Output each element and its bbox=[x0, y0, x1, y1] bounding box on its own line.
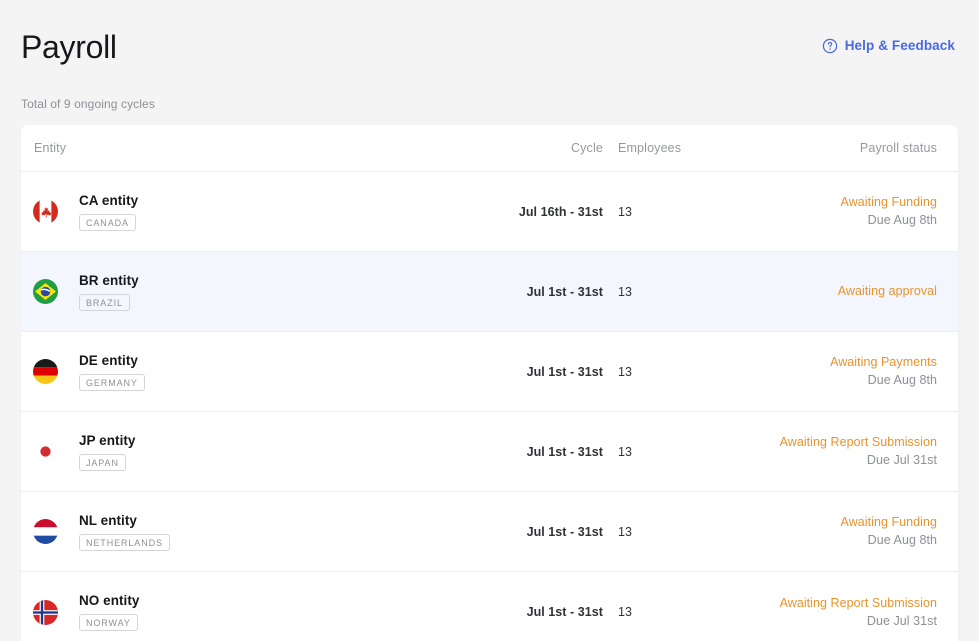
cycle-value: Jul 16th - 31st bbox=[519, 205, 603, 219]
cycle-cell: Jul 1st - 31st bbox=[481, 283, 606, 301]
page-title: Payroll bbox=[21, 27, 117, 67]
country-badge: JAPAN bbox=[79, 454, 126, 471]
column-header-employees: Employees bbox=[606, 139, 726, 157]
status-due-date: Due Aug 8th bbox=[868, 373, 937, 388]
status-due-date: Due Aug 8th bbox=[868, 533, 937, 548]
column-header-entity: Entity bbox=[21, 141, 481, 155]
country-badge: GERMANY bbox=[79, 374, 145, 391]
payroll-status-cell: Awaiting Funding Due Aug 8th bbox=[726, 195, 958, 228]
entity-cell: JP entity JAPAN bbox=[21, 433, 481, 471]
flag-netherlands-icon bbox=[33, 519, 79, 544]
payroll-status-cell: Awaiting Report Submission Due Jul 31st bbox=[726, 596, 958, 629]
cycle-cell: Jul 16th - 31st bbox=[481, 203, 606, 221]
status-badge: Awaiting Funding bbox=[841, 515, 937, 530]
payroll-status-cell: Awaiting Funding Due Aug 8th bbox=[726, 515, 958, 548]
flag-norway-icon bbox=[33, 600, 79, 625]
status-due-date: Due Jul 31st bbox=[867, 614, 937, 629]
payroll-status-cell: Awaiting Payments Due Aug 8th bbox=[726, 355, 958, 388]
employees-cell: 13 bbox=[606, 443, 726, 461]
employees-cell: 13 bbox=[606, 283, 726, 301]
table-row[interactable]: JP entity JAPAN Jul 1st - 31st 13 Awaiting R… bbox=[21, 412, 958, 492]
entity-cell: CA entity CANADA bbox=[21, 193, 481, 231]
flag-japan-icon bbox=[33, 439, 79, 464]
country-badge: BRAZIL bbox=[79, 294, 130, 311]
status-badge: Awaiting Funding bbox=[841, 195, 937, 210]
flag-canada-icon bbox=[33, 199, 79, 224]
flag-brazil-icon bbox=[33, 279, 79, 304]
cycle-value: Jul 1st - 31st bbox=[527, 285, 603, 299]
entity-name: BR entity bbox=[79, 273, 139, 289]
payroll-table-card: Entity Cycle Employees Payroll status CA… bbox=[21, 125, 958, 641]
status-badge: Awaiting Report Submission bbox=[780, 596, 937, 611]
entity-cell: NL entity NETHERLANDS bbox=[21, 513, 481, 551]
help-and-feedback-label: Help & Feedback bbox=[845, 38, 955, 54]
cycle-value: Jul 1st - 31st bbox=[527, 365, 603, 379]
country-badge: NETHERLANDS bbox=[79, 534, 170, 551]
status-badge: Awaiting approval bbox=[838, 284, 937, 299]
flag-germany-icon bbox=[33, 359, 79, 384]
cycle-cell: Jul 1st - 31st bbox=[481, 523, 606, 541]
column-header-payroll-status: Payroll status bbox=[726, 139, 958, 157]
column-header-cycle-label: Cycle bbox=[571, 141, 603, 155]
cycle-value: Jul 1st - 31st bbox=[527, 525, 603, 539]
question-circle-icon bbox=[822, 38, 838, 54]
page-header: Payroll Help & Feedback bbox=[0, 0, 979, 86]
column-header-payroll-status-label: Payroll status bbox=[860, 141, 937, 155]
cycle-cell: Jul 1st - 31st bbox=[481, 363, 606, 381]
entity-name: DE entity bbox=[79, 353, 145, 369]
column-header-employees-label: Employees bbox=[618, 141, 681, 155]
table-header-row: Entity Cycle Employees Payroll status bbox=[21, 125, 958, 172]
entity-name: JP entity bbox=[79, 433, 135, 449]
entity-cell: NO entity NORWAY bbox=[21, 593, 481, 631]
entity-name: NO entity bbox=[79, 593, 139, 609]
payroll-status-cell: Awaiting Report Submission Due Jul 31st bbox=[726, 435, 958, 468]
table-row[interactable]: NL entity NETHERLANDS Jul 1st - 31st 13 Awai… bbox=[21, 492, 958, 572]
status-due-date: Due Jul 31st bbox=[867, 453, 937, 468]
ongoing-cycles-count: Total of 9 ongoing cycles bbox=[21, 97, 155, 111]
employees-value: 13 bbox=[618, 285, 632, 299]
employees-value: 13 bbox=[618, 365, 632, 379]
help-and-feedback-link[interactable]: Help & Feedback bbox=[822, 38, 955, 54]
payroll-page: Payroll Help & Feedback Total of 9 ongoi… bbox=[0, 0, 979, 641]
payroll-status-cell: Awaiting approval bbox=[726, 284, 958, 299]
status-badge: Awaiting Report Submission bbox=[780, 435, 937, 450]
country-badge: NORWAY bbox=[79, 614, 138, 631]
status-badge: Awaiting Payments bbox=[830, 355, 937, 370]
employees-cell: 13 bbox=[606, 363, 726, 381]
cycle-value: Jul 1st - 31st bbox=[527, 445, 603, 459]
entity-name: CA entity bbox=[79, 193, 138, 209]
employees-value: 13 bbox=[618, 205, 632, 219]
status-due-date: Due Aug 8th bbox=[868, 213, 937, 228]
employees-value: 13 bbox=[618, 445, 632, 459]
table-row[interactable]: CA entity CANADA Jul 16th - 31st 13 Awaiting… bbox=[21, 172, 958, 252]
entity-name: NL entity bbox=[79, 513, 170, 529]
country-badge: CANADA bbox=[79, 214, 136, 231]
cycle-value: Jul 1st - 31st bbox=[527, 605, 603, 619]
employees-cell: 13 bbox=[606, 523, 726, 541]
column-header-entity-label: Entity bbox=[34, 141, 66, 155]
table-row[interactable]: NO entity NORWAY Jul 1st - 31st 13 Awaiting … bbox=[21, 572, 958, 641]
table-row[interactable]: BR entity BRAZIL Jul 1st - 31st 13 Awaiting … bbox=[21, 252, 958, 332]
entity-cell: BR entity BRAZIL bbox=[21, 273, 481, 311]
employees-value: 13 bbox=[618, 605, 632, 619]
payroll-table-body: CA entity CANADA Jul 16th - 31st 13 Awaiting… bbox=[21, 172, 958, 641]
column-header-cycle: Cycle bbox=[481, 139, 606, 157]
table-row[interactable]: DE entity GERMANY Jul 1st - 31st 13 Awaiting… bbox=[21, 332, 958, 412]
employees-value: 13 bbox=[618, 525, 632, 539]
employees-cell: 13 bbox=[606, 203, 726, 221]
entity-cell: DE entity GERMANY bbox=[21, 353, 481, 391]
employees-cell: 13 bbox=[606, 603, 726, 621]
cycle-cell: Jul 1st - 31st bbox=[481, 603, 606, 621]
cycle-cell: Jul 1st - 31st bbox=[481, 443, 606, 461]
